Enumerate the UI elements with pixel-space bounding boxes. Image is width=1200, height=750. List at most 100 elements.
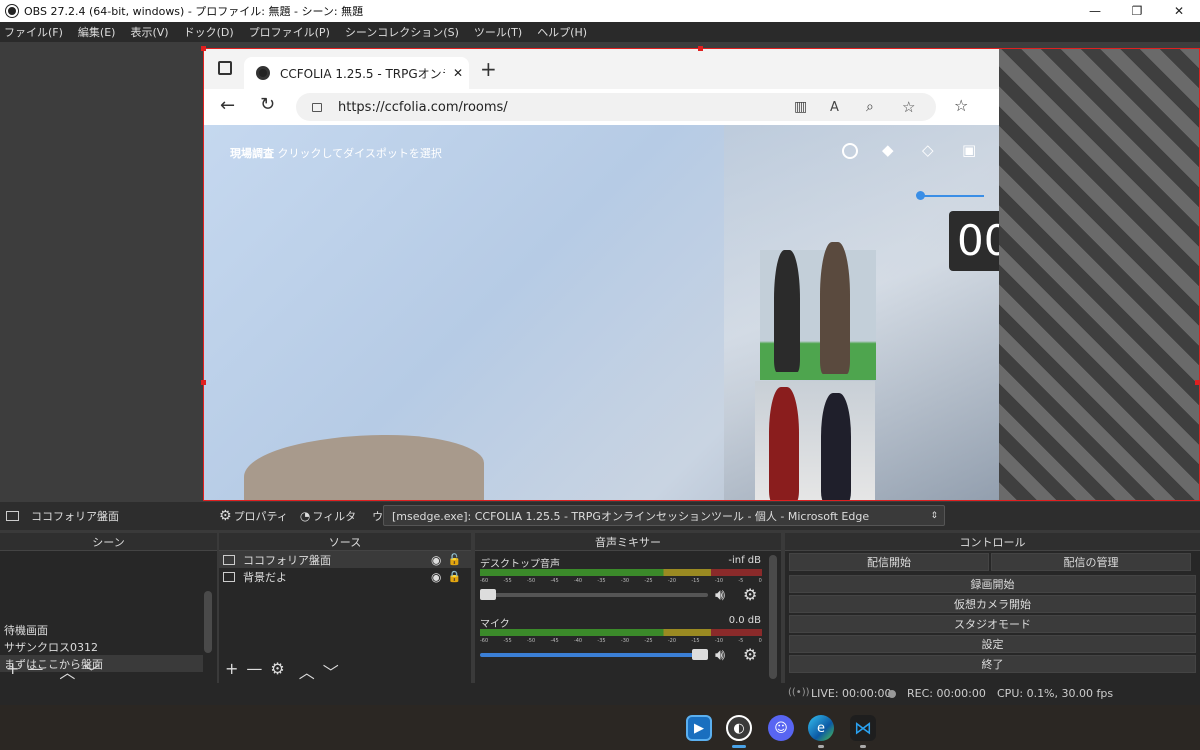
add-scene-icon[interactable]: + [6, 659, 19, 683]
select-arrows-icon: ⇕ [930, 510, 938, 521]
virtual-camera-button[interactable]: 仮想カメラ開始 [789, 595, 1196, 613]
edge-running-indicator [818, 745, 824, 748]
filter-icon: ◔ [299, 509, 311, 523]
meter-ticks: -60 -55 -50 -45 -40 -35 -30 -25 -20 -15 -10 -5 0 [480, 638, 762, 644]
resize-handle-ml[interactable] [201, 380, 206, 385]
lock-icon[interactable]: 🔒 [447, 570, 461, 583]
sources-buttons: + — ⚙ ︿ ﹀ [225, 659, 339, 683]
move-up-icon[interactable]: ︿ [299, 659, 315, 683]
source-label: ココフォリア盤面 [243, 553, 331, 567]
obs-taskbar-icon[interactable]: ◐ [726, 715, 752, 741]
remove-source-icon[interactable]: — [246, 659, 262, 683]
menu-scene-collection[interactable]: シーンコレクション(S) [345, 24, 459, 40]
cpu-status: CPU: 0.1%, 30.00 fps [997, 687, 1114, 700]
menu-help[interactable]: ヘルプ(H) [537, 24, 587, 40]
window-titlebar: OBS 27.2.4 (64-bit, windows) - プロファイル: 無… [0, 0, 1200, 22]
move-down-icon[interactable]: ﹀ [83, 659, 99, 683]
unlock-icon[interactable]: 🔓 [447, 553, 461, 566]
face-icon [842, 143, 858, 159]
add-comment-icon: ▣ [962, 141, 977, 159]
gear-icon: ⚙ [219, 508, 232, 524]
volume-slider[interactable] [480, 589, 708, 600]
character-panel-top [760, 242, 876, 380]
menu-tools[interactable]: ツール(T) [474, 24, 522, 40]
zoom-icon: ⌕ [866, 99, 874, 115]
channel-settings-icon[interactable]: ⚙ [743, 645, 757, 664]
blue-dot [916, 191, 925, 200]
live-icon: ((•)) [788, 687, 810, 698]
discord-icon[interactable]: ☺ [768, 715, 794, 741]
resize-handle-mr[interactable] [1195, 380, 1200, 385]
move-down-icon[interactable]: ﹀ [323, 659, 339, 683]
menu-dock[interactable]: ドック(D) [184, 24, 234, 40]
rec-status: REC: 00:00:00 [907, 687, 986, 700]
studio-mode-button[interactable]: スタジオモード [789, 615, 1196, 633]
preview-area[interactable]: CCFOLIA 1.25.5 - TRPGオンラインセ ✕ + ← ↻ http… [0, 42, 1200, 502]
window-controls: — ❐ ✕ [1074, 0, 1200, 22]
mixer-scrollbar[interactable] [769, 555, 777, 679]
exit-button[interactable]: 終了 [789, 655, 1196, 673]
properties-button[interactable]: プロパティ [234, 508, 288, 524]
speaker-icon[interactable]: 🔊︎ [715, 645, 725, 665]
volume-meter [480, 629, 762, 636]
window-icon [223, 554, 235, 565]
address-url: https://ccfolia.com/rooms/ [338, 99, 508, 115]
current-source-name: ココフォリア盤面 [31, 510, 119, 523]
eye-icon[interactable]: ◉ [431, 553, 441, 567]
status-bar: ((•)) LIVE: 00:00:00 REC: 00:00:00 CPU: … [0, 683, 1200, 705]
page-header-bold: 現場調査 [230, 147, 274, 160]
camera-app-icon[interactable]: ▶ [686, 715, 712, 741]
settings-button[interactable]: 設定 [789, 635, 1196, 653]
eye-icon[interactable]: ◉ [431, 570, 441, 584]
scenes-header: シーン [0, 533, 217, 551]
window-select[interactable]: [msedge.exe]: CCFOLIA 1.25.5 - TRPGオンライン… [383, 505, 945, 526]
mixer-channel-desktop: デスクトップ音声 -inf dB -60 -55 -50 -45 -40 -35 -30 -2… [475, 553, 767, 613]
character-figure-3 [769, 387, 799, 500]
controls-row: 配信開始 配信の管理 [785, 551, 1200, 573]
menu-edit[interactable]: 編集(E) [78, 24, 116, 40]
page-header-text: クリックしてダイスポットを選択 [277, 147, 442, 160]
edge-icon[interactable]: e [808, 715, 834, 741]
channel-level: -inf dB [728, 555, 761, 566]
address-bar: https://ccfolia.com/rooms/ ▥ A ⌕ ☆ [296, 93, 936, 121]
layers-outline-icon: ◇ [922, 141, 934, 159]
move-up-icon[interactable]: ︿ [59, 659, 75, 683]
mixer-channel-mic: マイク 0.0 dB -60 -55 -50 -45 -40 -35 -30 -25 -20 -1… [475, 613, 767, 673]
start-streaming-button[interactable]: 配信開始 [789, 553, 989, 571]
close-button[interactable]: ✕ [1158, 0, 1200, 22]
source-item-background[interactable]: 背景だよ ◉ 🔒 [219, 568, 471, 585]
character-figure-2 [820, 242, 850, 374]
resize-handle-tm[interactable] [698, 46, 703, 51]
filters-button[interactable]: フィルタ [312, 508, 356, 524]
vscode-icon[interactable]: ⋈ [850, 715, 876, 741]
scenes-dock: シーン 待機画面 サザンクロス0312 まずはここから盤面 + — ︿ ﹀ [0, 533, 217, 683]
start-recording-button[interactable]: 録画開始 [789, 575, 1196, 593]
add-source-icon[interactable]: + [225, 659, 238, 683]
scenes-buttons: + — ︿ ﹀ [6, 659, 99, 683]
menu-file[interactable]: ファイル(F) [4, 24, 63, 40]
slider-handle[interactable] [692, 649, 708, 660]
channel-level: 0.0 dB [728, 615, 761, 626]
source-properties-icon[interactable]: ⚙ [270, 659, 284, 683]
image-icon [223, 571, 235, 582]
source-item-board[interactable]: ココフォリア盤面 ◉ 🔓 [219, 551, 471, 568]
manage-stream-button[interactable]: 配信の管理 [991, 553, 1191, 571]
volume-slider[interactable] [480, 649, 708, 660]
channel-settings-icon[interactable]: ⚙ [743, 585, 757, 604]
character-panel-bottom [755, 381, 875, 500]
slider-handle[interactable] [480, 589, 496, 600]
menu-profile[interactable]: プロファイル(P) [249, 24, 330, 40]
scenes-scrollbar[interactable] [204, 591, 212, 653]
minimize-button[interactable]: — [1074, 0, 1116, 22]
scene-item-southern-cross[interactable]: サザンクロス0312 [0, 638, 203, 655]
speaker-icon[interactable]: 🔊︎ [715, 585, 725, 605]
source-preview-frame[interactable]: CCFOLIA 1.25.5 - TRPGオンラインセ ✕ + ← ↻ http… [203, 48, 1200, 501]
restore-button[interactable]: ❐ [1116, 0, 1158, 22]
menu-view[interactable]: 表示(V) [130, 24, 168, 40]
resize-handle-tl[interactable] [201, 46, 206, 51]
mixer-header: 音声ミキサー [475, 533, 781, 551]
browser-tab-bar: CCFOLIA 1.25.5 - TRPGオンラインセ ✕ + [204, 49, 999, 89]
scene-item-waiting[interactable]: 待機画面 [0, 621, 203, 638]
remove-scene-icon[interactable]: — [27, 659, 43, 683]
sources-dock: ソース ココフォリア盤面 ◉ 🔓 背景だよ ◉ 🔒 + — ⚙ ︿ ﹀ [219, 533, 471, 683]
